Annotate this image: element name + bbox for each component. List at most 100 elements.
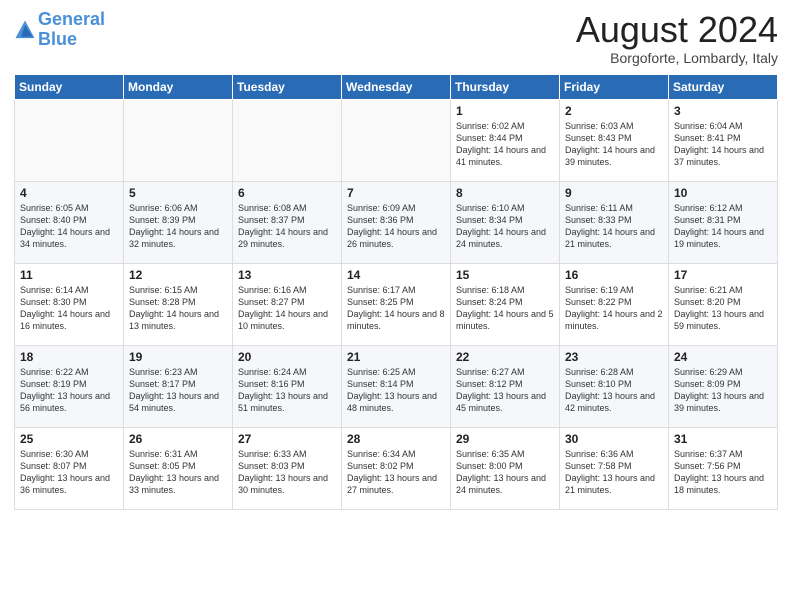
calendar-header-row: SundayMondayTuesdayWednesdayThursdayFrid… xyxy=(15,74,778,99)
calendar-cell: 4Sunrise: 6:05 AM Sunset: 8:40 PM Daylig… xyxy=(15,181,124,263)
day-number: 4 xyxy=(20,186,118,200)
calendar-week-row: 4Sunrise: 6:05 AM Sunset: 8:40 PM Daylig… xyxy=(15,181,778,263)
day-of-week-header: Saturday xyxy=(669,74,778,99)
day-number: 19 xyxy=(129,350,227,364)
day-of-week-header: Thursday xyxy=(451,74,560,99)
day-info: Sunrise: 6:12 AM Sunset: 8:31 PM Dayligh… xyxy=(674,202,772,251)
day-of-week-header: Sunday xyxy=(15,74,124,99)
calendar-cell: 28Sunrise: 6:34 AM Sunset: 8:02 PM Dayli… xyxy=(342,427,451,509)
day-info: Sunrise: 6:14 AM Sunset: 8:30 PM Dayligh… xyxy=(20,284,118,333)
day-number: 14 xyxy=(347,268,445,282)
day-number: 22 xyxy=(456,350,554,364)
day-number: 16 xyxy=(565,268,663,282)
logo-subtext: Blue xyxy=(38,30,105,50)
day-number: 24 xyxy=(674,350,772,364)
day-info: Sunrise: 6:28 AM Sunset: 8:10 PM Dayligh… xyxy=(565,366,663,415)
day-info: Sunrise: 6:31 AM Sunset: 8:05 PM Dayligh… xyxy=(129,448,227,497)
calendar-cell: 10 Sunrise: 6:12 AM Sunset: 8:31 PM Dayli… xyxy=(669,181,778,263)
day-of-week-header: Tuesday xyxy=(233,74,342,99)
calendar-cell: 30Sunrise: 6:36 AM Sunset: 7:58 PM Dayli… xyxy=(560,427,669,509)
day-info: Sunrise: 6:36 AM Sunset: 7:58 PM Dayligh… xyxy=(565,448,663,497)
day-info: Sunrise: 6:06 AM Sunset: 8:39 PM Dayligh… xyxy=(129,202,227,251)
day-info: Sunrise: 6:35 AM Sunset: 8:00 PM Dayligh… xyxy=(456,448,554,497)
calendar-cell: 26 Sunrise: 6:31 AM Sunset: 8:05 PM Dayli… xyxy=(124,427,233,509)
calendar-cell: 27Sunrise: 6:33 AM Sunset: 8:03 PM Dayli… xyxy=(233,427,342,509)
day-number: 28 xyxy=(347,432,445,446)
calendar-cell: 24 Sunrise: 6:29 AM Sunset: 8:09 PM Dayli… xyxy=(669,345,778,427)
day-number: 15 xyxy=(456,268,554,282)
day-number: 26 xyxy=(129,432,227,446)
day-number: 27 xyxy=(238,432,336,446)
day-info: Sunrise: 6:15 AM Sunset: 8:28 PM Dayligh… xyxy=(129,284,227,333)
month-year-title: August 2024 xyxy=(576,10,778,50)
day-info: Sunrise: 6:16 AM Sunset: 8:27 PM Dayligh… xyxy=(238,284,336,333)
day-info: Sunrise: 6:08 AM Sunset: 8:37 PM Dayligh… xyxy=(238,202,336,251)
calendar-cell: 9 Sunrise: 6:11 AM Sunset: 8:33 PM Daylig… xyxy=(560,181,669,263)
page-container: General Blue August 2024 Borgoforte, Lom… xyxy=(0,0,792,518)
calendar-week-row: 18 Sunrise: 6:22 AM Sunset: 8:19 PM Dayli… xyxy=(15,345,778,427)
day-number: 3 xyxy=(674,104,772,118)
logo: General Blue xyxy=(14,10,105,50)
day-number: 31 xyxy=(674,432,772,446)
day-info: Sunrise: 6:17 AM Sunset: 8:25 PM Dayligh… xyxy=(347,284,445,333)
calendar-week-row: 25Sunrise: 6:30 AM Sunset: 8:07 PM Dayli… xyxy=(15,427,778,509)
calendar-cell: 6 Sunrise: 6:08 AM Sunset: 8:37 PM Daylig… xyxy=(233,181,342,263)
day-number: 29 xyxy=(456,432,554,446)
day-number: 23 xyxy=(565,350,663,364)
calendar-cell xyxy=(342,99,451,181)
day-info: Sunrise: 6:19 AM Sunset: 8:22 PM Dayligh… xyxy=(565,284,663,333)
day-number: 8 xyxy=(456,186,554,200)
day-info: Sunrise: 6:03 AM Sunset: 8:43 PM Dayligh… xyxy=(565,120,663,169)
day-number: 1 xyxy=(456,104,554,118)
calendar-cell: 8 Sunrise: 6:10 AM Sunset: 8:34 PM Daylig… xyxy=(451,181,560,263)
day-info: Sunrise: 6:02 AM Sunset: 8:44 PM Dayligh… xyxy=(456,120,554,169)
calendar-cell: 13 Sunrise: 6:16 AM Sunset: 8:27 PM Dayli… xyxy=(233,263,342,345)
calendar-table: SundayMondayTuesdayWednesdayThursdayFrid… xyxy=(14,74,778,510)
calendar-cell xyxy=(233,99,342,181)
day-of-week-header: Friday xyxy=(560,74,669,99)
day-info: Sunrise: 6:22 AM Sunset: 8:19 PM Dayligh… xyxy=(20,366,118,415)
calendar-cell: 16 Sunrise: 6:19 AM Sunset: 8:22 PM Dayli… xyxy=(560,263,669,345)
day-of-week-header: Wednesday xyxy=(342,74,451,99)
logo-text: General xyxy=(38,10,105,30)
calendar-cell: 21 Sunrise: 6:25 AM Sunset: 8:14 PM Dayli… xyxy=(342,345,451,427)
day-info: Sunrise: 6:10 AM Sunset: 8:34 PM Dayligh… xyxy=(456,202,554,251)
calendar-cell xyxy=(15,99,124,181)
calendar-cell xyxy=(124,99,233,181)
day-info: Sunrise: 6:37 AM Sunset: 7:56 PM Dayligh… xyxy=(674,448,772,497)
location-text: Borgoforte, Lombardy, Italy xyxy=(576,50,778,66)
day-number: 20 xyxy=(238,350,336,364)
calendar-cell: 23 Sunrise: 6:28 AM Sunset: 8:10 PM Dayli… xyxy=(560,345,669,427)
page-header: General Blue August 2024 Borgoforte, Lom… xyxy=(14,10,778,66)
day-number: 10 xyxy=(674,186,772,200)
day-info: Sunrise: 6:11 AM Sunset: 8:33 PM Dayligh… xyxy=(565,202,663,251)
day-info: Sunrise: 6:25 AM Sunset: 8:14 PM Dayligh… xyxy=(347,366,445,415)
day-number: 13 xyxy=(238,268,336,282)
day-info: Sunrise: 6:18 AM Sunset: 8:24 PM Dayligh… xyxy=(456,284,554,333)
calendar-week-row: 1 Sunrise: 6:02 AM Sunset: 8:44 PM Daylig… xyxy=(15,99,778,181)
day-info: Sunrise: 6:27 AM Sunset: 8:12 PM Dayligh… xyxy=(456,366,554,415)
day-number: 9 xyxy=(565,186,663,200)
day-info: Sunrise: 6:29 AM Sunset: 8:09 PM Dayligh… xyxy=(674,366,772,415)
day-number: 21 xyxy=(347,350,445,364)
day-number: 2 xyxy=(565,104,663,118)
logo-icon xyxy=(14,19,36,41)
day-number: 11 xyxy=(20,268,118,282)
day-number: 25 xyxy=(20,432,118,446)
day-number: 18 xyxy=(20,350,118,364)
calendar-cell: 2 Sunrise: 6:03 AM Sunset: 8:43 PM Daylig… xyxy=(560,99,669,181)
calendar-cell: 17Sunrise: 6:21 AM Sunset: 8:20 PM Dayli… xyxy=(669,263,778,345)
calendar-week-row: 11 Sunrise: 6:14 AM Sunset: 8:30 PM Dayli… xyxy=(15,263,778,345)
calendar-cell: 7Sunrise: 6:09 AM Sunset: 8:36 PM Daylig… xyxy=(342,181,451,263)
day-of-week-header: Monday xyxy=(124,74,233,99)
day-number: 6 xyxy=(238,186,336,200)
calendar-cell: 20Sunrise: 6:24 AM Sunset: 8:16 PM Dayli… xyxy=(233,345,342,427)
calendar-cell: 31 Sunrise: 6:37 AM Sunset: 7:56 PM Dayli… xyxy=(669,427,778,509)
calendar-cell: 25Sunrise: 6:30 AM Sunset: 8:07 PM Dayli… xyxy=(15,427,124,509)
calendar-cell: 3 Sunrise: 6:04 AM Sunset: 8:41 PM Daylig… xyxy=(669,99,778,181)
day-info: Sunrise: 6:04 AM Sunset: 8:41 PM Dayligh… xyxy=(674,120,772,169)
day-number: 17 xyxy=(674,268,772,282)
calendar-cell: 19Sunrise: 6:23 AM Sunset: 8:17 PM Dayli… xyxy=(124,345,233,427)
calendar-cell: 11 Sunrise: 6:14 AM Sunset: 8:30 PM Dayli… xyxy=(15,263,124,345)
calendar-cell: 1 Sunrise: 6:02 AM Sunset: 8:44 PM Daylig… xyxy=(451,99,560,181)
